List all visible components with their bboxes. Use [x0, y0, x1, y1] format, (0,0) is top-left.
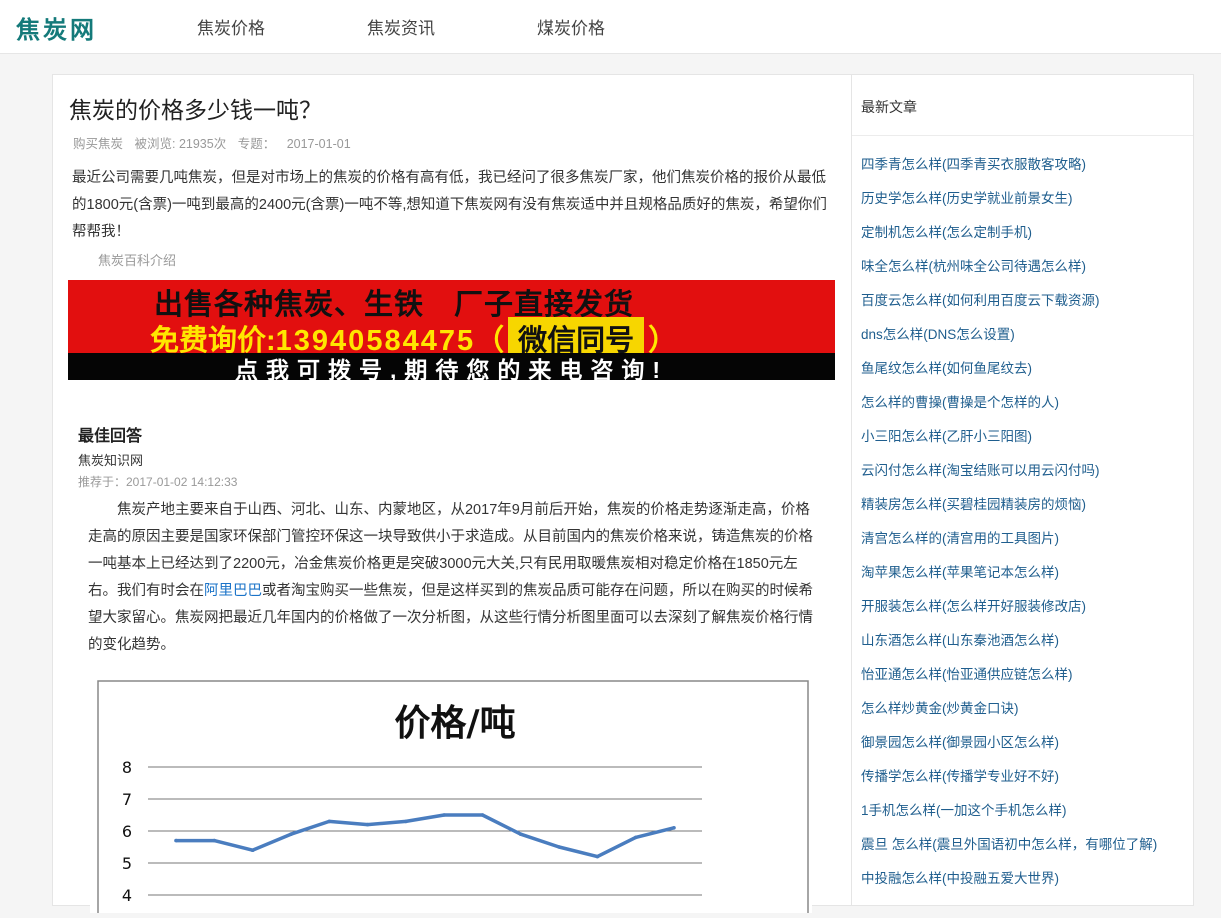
- price-point: [365, 822, 370, 827]
- article-date: 2017-01-01: [286, 137, 351, 151]
- price-point: [250, 848, 255, 852]
- nav-coke-news[interactable]: 焦炭资讯: [367, 14, 435, 39]
- sidebar-article-link[interactable]: 山东酒怎么样(山东秦池酒怎么样): [861, 629, 1157, 663]
- sidebar-article-link[interactable]: 1手机怎么样(一加这个手机怎么样): [861, 799, 1157, 833]
- price-point: [557, 845, 561, 849]
- nav-coal-price[interactable]: 煤炭价格: [537, 14, 605, 39]
- sidebar-article-link[interactable]: 清宫怎么样的(清宫用的工具图片): [861, 527, 1157, 561]
- alibaba-link[interactable]: 阿里巴巴: [204, 583, 262, 599]
- y-tick-label: 4: [122, 886, 132, 905]
- phone-ad-banner[interactable]: 出售各种焦炭、生铁 厂子直接发货 免费询价:13940584475（ 微信同号） …: [68, 280, 835, 383]
- banner-black-area: 点我可拨号,期待您的来电咨询!: [68, 353, 835, 383]
- price-point: [174, 838, 178, 843]
- price-point: [672, 826, 676, 830]
- sidebar-article-link[interactable]: 鱼尾纹怎么样(如何鱼尾纹去): [861, 357, 1157, 391]
- price-point: [404, 819, 408, 824]
- article-meta: 购买焦炭 被浏览: 21935次 专题： 2017-01-01: [73, 133, 359, 152]
- top-navbar: 焦炭网 焦炭价格 焦炭资讯 煤炭价格: [0, 0, 1221, 54]
- sidebar-article-list: 四季青怎么样(四季青买衣服散客攻略) 历史学怎么样(历史学就业前景女生) 定制机怎么…: [861, 153, 1157, 901]
- sidebar-article-link[interactable]: 中投融怎么样(中投融五爱大世界): [861, 867, 1157, 901]
- banner-red-area: 出售各种焦炭、生铁 厂子直接发货 免费询价:13940584475（ 微信同号）: [68, 280, 835, 359]
- sidebar-article-link[interactable]: 御景园怎么样(御景园小区怎么样): [861, 731, 1157, 765]
- sidebar-article-link[interactable]: 四季青怎么样(四季青买衣服散客攻略): [861, 153, 1157, 187]
- nav-coke-price[interactable]: 焦炭价格: [197, 14, 265, 39]
- sidebar-article-link[interactable]: 小三阳怎么样(乙肝小三阳图): [861, 425, 1157, 459]
- price-chart-svg: 价格/吨 8 7 6 5 4: [97, 680, 809, 918]
- sidebar-latest-articles: 最新文章 四季青怎么样(四季青买衣服散客攻略) 历史学怎么样(历史学就业前景女生)…: [851, 74, 1194, 906]
- price-point: [595, 854, 600, 859]
- price-point: [327, 819, 332, 824]
- answer-text: 焦炭产地主要来自于山西、河北、山东、内蒙地区，从2017年9月前后开始，焦炭的价…: [88, 497, 818, 659]
- sidebar-article-link[interactable]: 怎么样的曹操(曹操是个怎样的人): [861, 391, 1157, 425]
- sidebar-article-link[interactable]: 传播学怎么样(传播学专业好不好): [861, 765, 1157, 799]
- sidebar-article-link[interactable]: 味全怎么样(杭州味全公司待遇怎么样): [861, 255, 1157, 289]
- price-point: [518, 832, 523, 836]
- sidebar-article-link[interactable]: 定制机怎么样(怎么定制手机): [861, 221, 1157, 255]
- sidebar-article-link[interactable]: 历史学怎么样(历史学就业前景女生): [861, 187, 1157, 221]
- sidebar-article-link[interactable]: 怡亚通怎么样(怡亚通供应链怎么样): [861, 663, 1157, 697]
- answer-recommended-date: 推荐于：2017-01-02 14:12:33: [78, 475, 238, 489]
- best-answer-heading: 最佳回答: [78, 428, 143, 445]
- sidebar-article-link[interactable]: 云闪付怎么样(淘宝结账可以用云闪付吗): [861, 459, 1157, 493]
- price-point: [480, 813, 485, 817]
- y-tick-label: 5: [122, 854, 132, 873]
- y-tick-label: 8: [122, 758, 132, 777]
- price-chart: 价格/吨 8 7 6 5 4: [90, 673, 812, 918]
- article-category[interactable]: 购买焦炭: [73, 137, 123, 151]
- sidebar-article-link[interactable]: 怎么样炒黄金(炒黄金口诀): [861, 697, 1157, 731]
- sidebar-article-link[interactable]: 精装房怎么样(买碧桂园精装房的烦恼): [861, 493, 1157, 527]
- site-logo[interactable]: 焦炭网: [16, 10, 97, 45]
- article-topic: 专题：: [237, 137, 276, 151]
- sidebar-divider: [852, 135, 1193, 136]
- article-tag[interactable]: 焦炭百科介绍: [98, 250, 176, 269]
- sidebar-article-link[interactable]: dns怎么样(DNS怎么设置): [861, 323, 1157, 357]
- price-point: [442, 813, 446, 817]
- article-panel: 焦炭的价格多少钱一吨？ 购买焦炭 被浏览: 21935次 专题： 2017-01…: [52, 74, 852, 918]
- question-text: 最近公司需要几吨焦炭，但是对市场上的焦炭的价格有高有低，我已经问了很多焦炭厂家，…: [72, 170, 827, 240]
- banner-line-3: 点我可拨号,期待您的来电咨询!: [234, 357, 669, 383]
- price-point: [212, 838, 217, 843]
- price-point: [633, 835, 638, 840]
- y-tick-label: 7: [122, 790, 132, 809]
- chart-title: 价格/吨: [394, 703, 515, 744]
- sidebar-article-link[interactable]: 震旦 怎么样(震旦外国语初中怎么样，有哪位了解): [861, 833, 1157, 867]
- y-tick-label: 6: [122, 822, 132, 841]
- sidebar-article-link[interactable]: 百度云怎么样(如何利用百度云下载资源): [861, 289, 1157, 323]
- sidebar-article-link[interactable]: 淘苹果怎么样(苹果笔记本怎么样): [861, 561, 1157, 595]
- sidebar-title: 最新文章: [861, 99, 917, 115]
- answer-source: 焦炭知识网: [78, 453, 144, 468]
- price-point: [289, 832, 293, 836]
- article-title: 焦炭的价格多少钱一吨？: [69, 97, 322, 123]
- article-views: 被浏览: 21935次: [134, 137, 227, 151]
- sidebar-article-link[interactable]: 开服装怎么样(怎么样开好服装修改店): [861, 595, 1157, 629]
